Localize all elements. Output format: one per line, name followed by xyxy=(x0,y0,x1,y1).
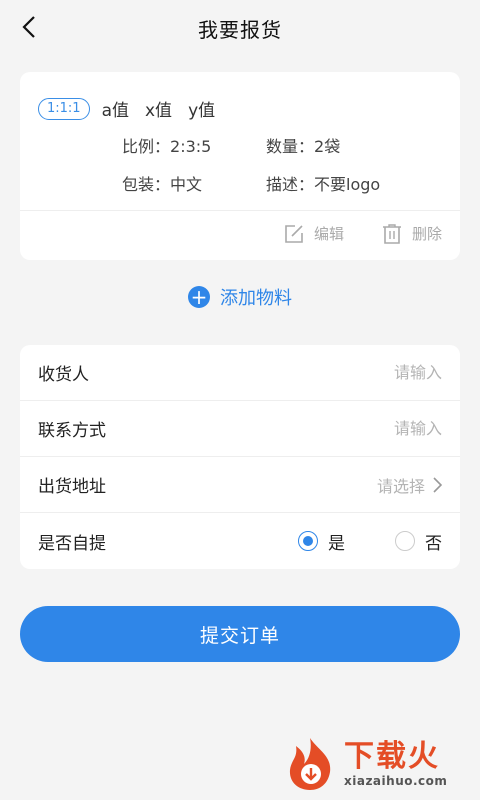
trash-icon xyxy=(382,223,401,244)
edit-icon xyxy=(285,224,303,243)
ratio-badge: 1:1:1 xyxy=(38,97,90,120)
delete-button[interactable]: 删除 xyxy=(382,223,442,244)
consignee-label: 收货人 xyxy=(38,365,89,385)
edit-label: 编辑 xyxy=(313,225,344,243)
address-row[interactable]: 出货地址 请选择 xyxy=(20,457,460,513)
address-label: 出货地址 xyxy=(38,477,106,497)
radio-no-label: 否 xyxy=(425,533,442,554)
consignee-input[interactable] xyxy=(242,363,442,382)
order-form: 收货人 联系方式 出货地址 请选择 是否自提 是 否 xyxy=(20,345,460,569)
radio-checked-icon xyxy=(298,531,318,551)
radio-yes-label: 是 xyxy=(328,533,345,554)
watermark-en: xiazaihuo.com xyxy=(344,774,448,788)
chevron-left-icon xyxy=(22,16,35,38)
value-x: x值 xyxy=(145,101,173,121)
edit-button[interactable]: 编辑 xyxy=(284,223,344,244)
watermark-cn: 下载火 xyxy=(344,739,440,774)
address-select[interactable]: 请选择 xyxy=(377,473,442,497)
radio-unchecked-icon xyxy=(395,531,415,551)
contact-row: 联系方式 xyxy=(20,401,460,457)
contact-input[interactable] xyxy=(242,419,442,438)
contact-label: 联系方式 xyxy=(38,421,106,441)
item-values: a值 x值 y值 xyxy=(102,96,232,121)
add-material-button[interactable]: + 添加物料 xyxy=(0,284,480,310)
address-placeholder: 请选择 xyxy=(376,476,425,496)
divider xyxy=(20,210,460,211)
detail-quantity: 数量：2袋 xyxy=(266,137,341,156)
delete-label: 删除 xyxy=(411,225,442,243)
add-material-label: 添加物料 xyxy=(220,288,292,309)
consignee-row: 收货人 xyxy=(20,345,460,401)
material-item-card: 1:1:1 a值 x值 y值 比例：2:3:5 数量：2袋 包装：中文 描述：不要l… xyxy=(20,72,460,260)
self-pickup-label: 是否自提 xyxy=(38,533,106,554)
flame-logo-icon xyxy=(289,738,331,790)
detail-description: 描述：不要logo xyxy=(266,175,381,194)
back-button[interactable] xyxy=(14,12,44,42)
chevron-right-icon xyxy=(433,476,442,493)
watermark-logo: 下载火 xiazaihuo.com xyxy=(284,736,447,792)
self-pickup-row: 是否自提 是 否 xyxy=(20,513,460,569)
detail-packaging: 包装：中文 xyxy=(122,175,203,194)
detail-ratio: 比例：2:3:5 xyxy=(122,137,212,156)
plus-icon: + xyxy=(188,286,210,308)
radio-yes[interactable]: 是 xyxy=(298,529,345,554)
submit-order-button[interactable]: 提交订单 xyxy=(20,606,460,662)
page-title: 我要报货 xyxy=(198,17,282,42)
header-bar: 我要报货 xyxy=(0,0,480,56)
value-y: y值 xyxy=(188,101,216,121)
item-details: 比例：2:3:5 数量：2袋 包装：中文 描述：不要logo xyxy=(122,133,442,195)
radio-no[interactable]: 否 xyxy=(395,529,442,554)
value-a: a值 xyxy=(101,101,129,121)
